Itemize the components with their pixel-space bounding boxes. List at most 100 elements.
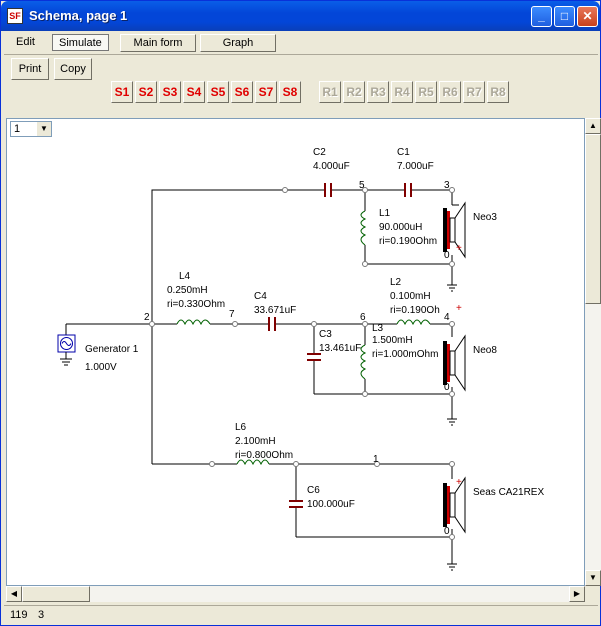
status-left: 119 bbox=[10, 609, 28, 621]
preset-button-s2[interactable]: S2 bbox=[135, 81, 157, 103]
c4-label: C4 bbox=[254, 291, 267, 302]
recall-button-r6[interactable]: R6 bbox=[439, 81, 461, 103]
speaker-neo8-icon[interactable] bbox=[443, 334, 466, 426]
l3-value: 1.500mH bbox=[372, 335, 413, 346]
copy-button[interactable]: Copy bbox=[54, 58, 92, 80]
recall-button-r5[interactable]: R5 bbox=[415, 81, 437, 103]
c3-value: 13.461uF bbox=[319, 343, 361, 354]
minimize-button[interactable]: _ bbox=[531, 6, 552, 27]
vertical-scroll-thumb[interactable] bbox=[585, 134, 601, 304]
scroll-right-arrow-icon[interactable]: ▶ bbox=[569, 586, 585, 602]
app-icon[interactable]: SF bbox=[7, 8, 23, 24]
preset-button-s5[interactable]: S5 bbox=[207, 81, 229, 103]
wire bbox=[151, 189, 325, 316]
c1-label: C1 bbox=[397, 147, 410, 158]
maximize-button[interactable]: □ bbox=[554, 6, 575, 27]
recall-button-r4[interactable]: R4 bbox=[391, 81, 413, 103]
preset-button-s8[interactable]: S8 bbox=[279, 81, 301, 103]
junction-node bbox=[362, 261, 368, 267]
l4-ri: ri=0.330Ohm bbox=[167, 299, 225, 310]
capacitor-c6[interactable] bbox=[289, 500, 303, 508]
horizontal-scrollbar[interactable]: ◀ ▶ bbox=[6, 586, 585, 602]
l1-ri: ri=0.190Ohm bbox=[379, 236, 437, 247]
inductor-l1[interactable] bbox=[360, 210, 367, 246]
l1-value: 90.000uH bbox=[379, 222, 422, 233]
inductor-l2[interactable] bbox=[396, 319, 431, 326]
preset-button-s4[interactable]: S4 bbox=[183, 81, 205, 103]
generator-label: Generator 1 bbox=[85, 344, 139, 355]
recall-button-r1[interactable]: R1 bbox=[319, 81, 341, 103]
preset-button-s1[interactable]: S1 bbox=[111, 81, 133, 103]
scroll-down-arrow-icon[interactable]: ▼ bbox=[585, 570, 601, 586]
node-0-label: 0 bbox=[444, 526, 450, 537]
generator-value: 1.000V bbox=[85, 362, 117, 373]
l2-label: L2 bbox=[390, 277, 402, 288]
speaker-neo8-label: Neo8 bbox=[473, 345, 497, 356]
schematic-canvas[interactable]: 1 ▼ C2 4.000uF C1 7.000uF 5 3 L1 90.000u… bbox=[6, 118, 585, 586]
junction-node bbox=[449, 187, 455, 193]
scroll-left-arrow-icon[interactable]: ◀ bbox=[6, 586, 22, 602]
print-button[interactable]: Print bbox=[11, 58, 49, 80]
app-window: SF Schema, page 1 _ □ ✕ Edit Simulate Ma… bbox=[0, 0, 601, 626]
l4-label: L4 bbox=[179, 271, 191, 282]
node-0-label: 0 bbox=[444, 382, 450, 393]
l2-value: 0.100mH bbox=[390, 291, 431, 302]
chevron-down-icon[interactable]: ▼ bbox=[37, 122, 51, 136]
horizontal-scroll-thumb[interactable] bbox=[22, 586, 90, 602]
inductor-l4[interactable] bbox=[176, 319, 211, 326]
node-3-label: 3 bbox=[444, 180, 450, 191]
page-select-value: 1 bbox=[14, 123, 21, 135]
recall-button-r8[interactable]: R8 bbox=[487, 81, 509, 103]
l2-ri: ri=0.190Oh bbox=[390, 305, 440, 316]
c4-value: 33.671uF bbox=[254, 305, 296, 316]
preset-button-s6[interactable]: S6 bbox=[231, 81, 253, 103]
inductor-l3[interactable] bbox=[360, 344, 367, 380]
scroll-up-arrow-icon[interactable]: ▲ bbox=[585, 118, 601, 134]
capacitor-c4[interactable] bbox=[268, 317, 276, 331]
menu-bar: Edit Simulate Main form Graph bbox=[4, 32, 598, 54]
title-bar[interactable]: SF Schema, page 1 _ □ ✕ bbox=[1, 1, 600, 31]
junction-node bbox=[449, 461, 455, 467]
graph-button[interactable]: Graph bbox=[200, 34, 276, 52]
speaker-seas-icon[interactable] bbox=[443, 476, 466, 571]
capacitor-c2[interactable] bbox=[324, 183, 332, 197]
l3-label: L3 bbox=[372, 323, 384, 334]
capacitor-c1[interactable] bbox=[404, 183, 412, 197]
vertical-scrollbar[interactable]: ▲ ▼ bbox=[585, 118, 601, 586]
l6-value: 2.100mH bbox=[235, 436, 276, 447]
node-7-label: 7 bbox=[229, 309, 235, 320]
speaker-neo3-label: Neo3 bbox=[473, 212, 497, 223]
close-button[interactable]: ✕ bbox=[577, 6, 598, 27]
page-select[interactable]: 1 ▼ bbox=[10, 121, 52, 137]
junction-node bbox=[311, 321, 317, 327]
wire bbox=[364, 245, 453, 265]
node-1-label: 1 bbox=[373, 454, 379, 465]
menu-simulate[interactable]: Simulate bbox=[52, 34, 109, 51]
recall-button-r7[interactable]: R7 bbox=[463, 81, 485, 103]
main-form-button[interactable]: Main form bbox=[120, 34, 196, 52]
node-4-label: 4 bbox=[444, 312, 450, 323]
junction-node bbox=[149, 321, 155, 327]
generator-icon[interactable] bbox=[57, 334, 76, 366]
l6-label: L6 bbox=[235, 422, 247, 433]
plus-marker: + bbox=[456, 243, 462, 254]
capacitor-c3[interactable] bbox=[307, 353, 321, 361]
l4-value: 0.250mH bbox=[167, 285, 208, 296]
junction-node bbox=[293, 461, 299, 467]
c3-label: C3 bbox=[319, 329, 332, 340]
l6-ri: ri=0.800Ohm bbox=[235, 450, 293, 461]
c1-value: 7.000uF bbox=[397, 161, 434, 172]
menu-separator bbox=[4, 54, 598, 55]
speaker-seas-label: Seas CA21REX bbox=[473, 487, 544, 498]
preset-button-s7[interactable]: S7 bbox=[255, 81, 277, 103]
window-title: Schema, page 1 bbox=[29, 8, 128, 23]
plus-marker: + bbox=[456, 477, 462, 488]
menu-edit[interactable]: Edit bbox=[10, 34, 41, 51]
recall-button-r2[interactable]: R2 bbox=[343, 81, 365, 103]
preset-button-s3[interactable]: S3 bbox=[159, 81, 181, 103]
junction-node bbox=[449, 261, 455, 267]
recall-button-r3[interactable]: R3 bbox=[367, 81, 389, 103]
plus-marker: + bbox=[456, 303, 462, 314]
junction-node bbox=[449, 321, 455, 327]
junction-node bbox=[449, 534, 455, 540]
